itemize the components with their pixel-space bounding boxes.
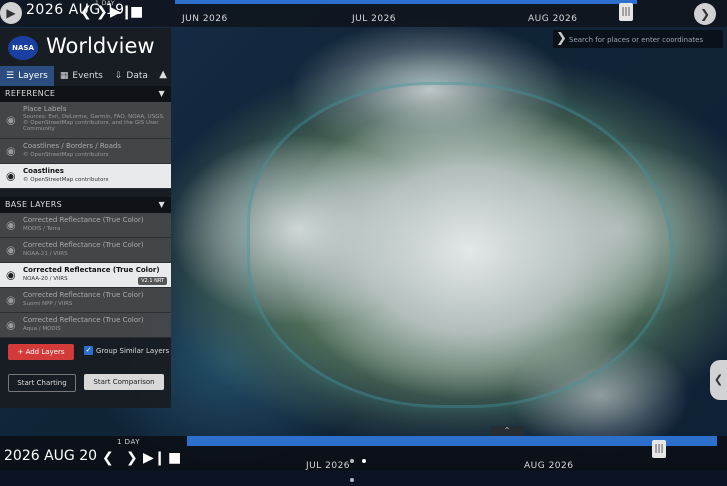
layer-aqua-modis[interactable]: ◉ Corrected Reflectance (True Color) Aqu…	[0, 313, 171, 338]
base-layers-header[interactable]: BASE LAYERS ▼	[0, 197, 171, 213]
layer-noaa20-viirs[interactable]: ◉ Corrected Reflectance (True Color) NOA…	[0, 263, 171, 288]
timeline-tick-bar[interactable]	[187, 436, 717, 446]
reference-header[interactable]: REFERENCE ▼	[0, 86, 171, 102]
collapse-icon[interactable]: ▲	[159, 69, 167, 80]
caret-down-icon[interactable]: ▼	[159, 197, 165, 213]
video-camera-icon[interactable]: ■	[130, 4, 143, 20]
layer-title: Corrected Reflectance (True Color)	[23, 291, 144, 299]
eye-hidden-icon[interactable]: ◉	[6, 244, 16, 257]
layer-modis-terra[interactable]: ◉ Corrected Reflectance (True Color) MOD…	[0, 213, 171, 238]
eye-hidden-icon[interactable]: ◉	[6, 294, 16, 307]
tab-layers[interactable]: ☰ Layers	[0, 66, 54, 86]
layer-title: Corrected Reflectance (True Color)	[23, 216, 144, 224]
next-day-icon[interactable]: ❯	[126, 450, 138, 466]
tab-events[interactable]: ▦ Events	[54, 66, 109, 86]
app-title: Worldview	[46, 34, 155, 58]
expand-timeline-button[interactable]: ⌃	[491, 426, 523, 436]
layer-subtitle: © OpenStreetMap contributors	[23, 152, 109, 158]
layers-icon: ☰	[6, 71, 15, 81]
eye-icon[interactable]: ◉	[6, 170, 16, 183]
play-icon[interactable]: ▶	[0, 2, 22, 24]
timeline-slider-handle[interactable]: |||	[619, 3, 633, 21]
bottom-actions: Start Charting Start Comparison	[0, 372, 171, 394]
section-title: BASE LAYERS	[5, 200, 63, 209]
nasa-logo: NASA	[8, 36, 38, 60]
layer-title: Corrected Reflectance (True Color)	[23, 241, 144, 249]
layer-subtitle: NOAA-21 / VIIRS	[23, 251, 68, 257]
layer-title: Corrected Reflectance (True Color)	[23, 266, 160, 274]
add-layers-button[interactable]: + Add Layers	[8, 344, 74, 360]
month-label: JUN 2026	[182, 14, 228, 24]
search-input[interactable]	[567, 32, 723, 48]
layer-subtitle: NOAA-20 / VIIRS	[23, 276, 68, 282]
top-timeline[interactable]: ▶ 2026 AUG 19 1 DAY ❮ ❯ ▶❙ ■ JUN 2026 JU…	[0, 0, 727, 27]
version-badge: V2.1 NRT	[138, 277, 167, 285]
layer-title: Corrected Reflectance (True Color)	[23, 316, 144, 324]
next-day-icon[interactable]: ❯	[96, 4, 108, 20]
month-label: AUG 2026	[524, 461, 574, 471]
skip-to-latest-icon[interactable]: ▶❙	[143, 450, 166, 466]
eye-hidden-icon[interactable]: ◉	[6, 114, 16, 127]
prev-day-icon[interactable]: ❮	[102, 450, 114, 466]
section-title: REFERENCE	[5, 89, 56, 98]
download-icon: ⇩	[114, 71, 123, 81]
video-camera-icon[interactable]: ■	[168, 450, 181, 466]
page-dot[interactable]	[350, 478, 354, 482]
side-panel-toggle[interactable]: ❮	[710, 360, 727, 400]
eye-hidden-icon[interactable]: ◉	[6, 319, 16, 332]
location-search[interactable]: ❯	[553, 30, 723, 48]
layer-place-labels[interactable]: ◉ Place Labels Sources: Esri, DeLorme, G…	[0, 102, 171, 139]
start-charting-button[interactable]: Start Charting	[8, 374, 76, 392]
group-similar-label[interactable]: Group Similar Layers	[96, 347, 169, 355]
pagination-dots	[350, 448, 380, 482]
interval-label: 1 DAY	[117, 438, 140, 446]
eye-icon[interactable]: ◉	[6, 269, 16, 282]
layer-title: Coastlines	[23, 167, 64, 175]
tab-label: Data	[126, 71, 148, 81]
layer-title: Place Labels	[23, 105, 67, 113]
group-similar-checkbox[interactable]: ✓	[84, 346, 93, 355]
sidebar-tabs: ☰ Layers ▦ Events ⇩ Data ▲	[0, 66, 171, 86]
calendar-icon: ▦	[59, 71, 69, 81]
timeline-slider-handle[interactable]: |||	[652, 440, 666, 458]
eye-hidden-icon[interactable]: ◉	[6, 145, 16, 158]
month-label: JUL 2026	[352, 14, 397, 24]
tab-label: Layers	[18, 71, 48, 81]
month-label: AUG 2026	[528, 14, 578, 24]
layer-noaa21-viirs[interactable]: ◉ Corrected Reflectance (True Color) NOA…	[0, 238, 171, 263]
layer-coastlines-borders-roads[interactable]: ◉ Coastlines / Borders / Roads © OpenStr…	[0, 139, 171, 164]
next-icon[interactable]: ❯	[694, 3, 716, 25]
tab-data[interactable]: ⇩ Data	[109, 66, 154, 86]
page-dot[interactable]	[350, 459, 354, 463]
sidebar: NASA Worldview ☰ Layers ▦ Events ⇩ Data …	[0, 28, 171, 408]
layer-suomi-npp-viirs[interactable]: ◉ Corrected Reflectance (True Color) Suo…	[0, 288, 171, 313]
timeline-date[interactable]: 2026 AUG 20	[4, 448, 97, 464]
chevron-right-icon[interactable]: ❯	[556, 30, 567, 48]
layer-subtitle: MODIS / Terra	[23, 226, 61, 232]
month-label: JUL 2026	[306, 461, 351, 471]
timeline-tick-bar[interactable]	[175, 0, 637, 4]
brand-header: NASA Worldview	[0, 28, 171, 66]
prev-day-icon[interactable]: ❮	[80, 4, 92, 20]
layer-coastlines[interactable]: ◉ Coastlines © OpenStreetMap contributor…	[0, 164, 171, 189]
start-comparison-button[interactable]: Start Comparison	[84, 374, 164, 390]
layer-subtitle: © OpenStreetMap contributors	[23, 177, 109, 183]
tab-label: Events	[72, 71, 103, 81]
layer-title: Coastlines / Borders / Roads	[23, 142, 122, 150]
layer-subtitle: Sources: Esri, DeLorme, Garmin, FAO, NOA…	[23, 114, 165, 132]
caret-down-icon[interactable]: ▼	[159, 86, 165, 102]
layer-actions: + Add Layers ✓ Group Similar Layers	[0, 338, 171, 372]
layer-subtitle: Aqua / MODIS	[23, 326, 61, 332]
layer-subtitle: Suomi NPP / VIIRS	[23, 301, 73, 307]
eye-hidden-icon[interactable]: ◉	[6, 219, 16, 232]
